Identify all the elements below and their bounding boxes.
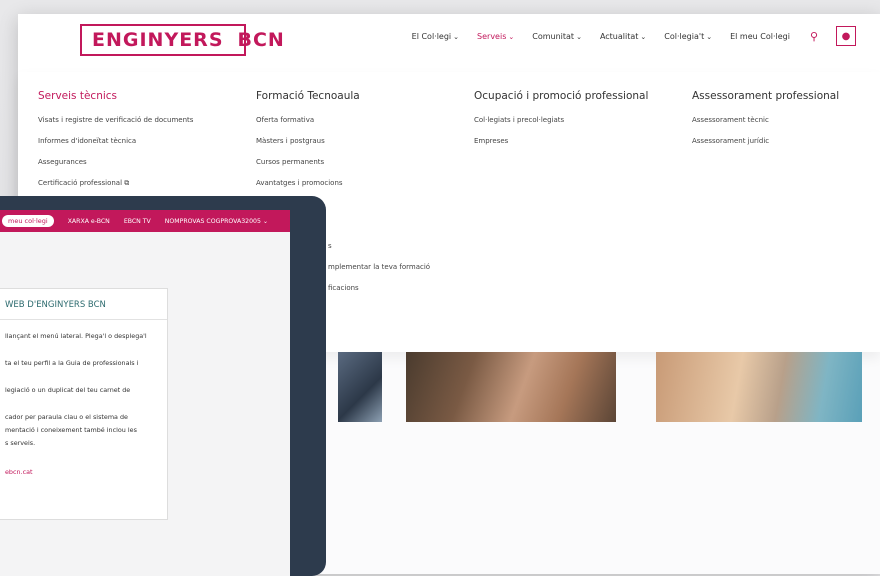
menu-link[interactable]: Oferta formativa xyxy=(256,116,430,124)
main-menu: El Col·legi ⌄ Serveis ⌄ Comunitat ⌄ Actuali… xyxy=(394,26,856,46)
menu-link[interactable]: Visats i registre de verificació de docu… xyxy=(38,116,193,124)
topbar-item[interactable]: EBCN TV xyxy=(124,218,151,225)
mega-column-ocupacio: Ocupació i promoció professional Col·leg… xyxy=(474,90,648,158)
nav-label: El meu Col·legi xyxy=(730,31,790,41)
enginyers-bcn-logo[interactable]: ENGINYERS BCN xyxy=(80,24,284,56)
nav-label: Comunitat xyxy=(532,31,575,41)
nav-label: El Col·legi xyxy=(411,31,452,41)
logo-right: BCN xyxy=(237,29,285,51)
card-text: mentació i coneixement també inclou les xyxy=(5,426,137,434)
nav-el-collegi[interactable]: El Col·legi ⌄ xyxy=(412,32,459,41)
mega-column-assessorament: Assessorament professional Assessorament… xyxy=(692,90,839,158)
card-text: cador per paraula clau o el sistema de xyxy=(5,413,128,421)
search-icon[interactable]: ⚲ xyxy=(810,30,818,43)
chevron-down-icon: ⌄ xyxy=(576,32,582,41)
menu-link[interactable]: Col·legiats i precol·legiats xyxy=(474,116,648,124)
topbar-item[interactable]: XARXA e-BCN xyxy=(68,218,110,225)
menu-link[interactable]: Màsters i postgraus xyxy=(256,137,430,145)
nav-label: Actualitat xyxy=(599,31,639,41)
welcome-card: WEB D'ENGINYERS BCN llançant el menú lat… xyxy=(0,288,168,520)
chevron-down-icon: ⌄ xyxy=(706,32,713,41)
menu-link-external[interactable]: Certificació professional ⧉ xyxy=(38,179,193,188)
top-navigation: ENGINYERS BCN El Col·legi ⌄ Serveis ⌄ Comu… xyxy=(18,14,880,73)
nav-actualitat[interactable]: Actualitat ⌄ xyxy=(600,32,646,41)
column-title: Serveis tècnics xyxy=(38,90,118,102)
background: ENGINYERS BCN El Col·legi ⌄ Serveis ⌄ Comu… xyxy=(0,0,880,576)
menu-link[interactable]: Cursos permanents xyxy=(256,158,430,166)
mega-column-serveis-tecnics: Serveis tècnics Visats i registre de ver… xyxy=(38,90,193,201)
logo-left: ENGINYERS xyxy=(92,29,224,51)
paper-people-photo xyxy=(656,352,862,422)
user-label: NOMPROVAS COGPROVA32005 xyxy=(164,217,261,225)
menu-link[interactable]: Avantatges i promocions xyxy=(256,179,430,187)
menu-link[interactable]: Empreses xyxy=(474,137,648,145)
chevron-down-icon: ⌄ xyxy=(453,32,460,41)
user-icon[interactable]: ● xyxy=(836,26,856,46)
external-link-icon: ⧉ xyxy=(124,179,130,187)
tablet-screen: meu col·legi XARXA e-BCN EBCN TV NOMPROV… xyxy=(0,210,290,576)
topbar-user-menu[interactable]: NOMPROVAS COGPROVA32005 ⌄ xyxy=(165,218,268,225)
menu-link[interactable]: Assessorament tècnic xyxy=(692,116,839,124)
column-title: Formació Tecnoaula xyxy=(256,90,360,102)
chevron-down-icon: ⌄ xyxy=(640,32,647,41)
nav-collegiat[interactable]: Col·legia't ⌄ xyxy=(664,32,712,41)
card-title: WEB D'ENGINYERS BCN xyxy=(0,289,167,320)
nav-serveis[interactable]: Serveis ⌄ xyxy=(477,32,514,41)
house-photo xyxy=(338,352,382,422)
card-text: legiació o un duplicat del teu carnet de xyxy=(5,386,131,394)
card-email-link[interactable]: ebcn.cat xyxy=(0,466,167,479)
card-text: ta el teu perfil a la Guia de profession… xyxy=(5,359,139,367)
nav-label: Serveis xyxy=(477,31,507,41)
menu-link[interactable]: Assegurances xyxy=(38,158,193,166)
column-title: Assessorament professional xyxy=(692,90,840,102)
nav-comunitat[interactable]: Comunitat ⌄ xyxy=(532,32,582,41)
tablet-topbar: meu col·legi XARXA e-BCN EBCN TV NOMPROV… xyxy=(0,210,290,232)
laptop-typing-photo xyxy=(406,352,616,422)
my-college-pill[interactable]: meu col·legi xyxy=(2,215,54,227)
chevron-down-icon: ⌄ xyxy=(508,32,515,41)
link-label: Certificació professional xyxy=(38,179,123,187)
menu-link[interactable]: Assessorament jurídic xyxy=(692,137,839,145)
chevron-down-icon: ⌄ xyxy=(262,217,269,225)
nav-el-meu-collegi[interactable]: El meu Col·legi xyxy=(730,32,790,41)
column-title: Ocupació i promoció professional xyxy=(474,90,649,102)
card-text: llançant el menú lateral. Plega'l o desp… xyxy=(5,332,147,340)
card-text: s serveis. xyxy=(5,439,36,447)
tablet-device: meu col·legi XARXA e-BCN EBCN TV NOMPROV… xyxy=(0,196,326,576)
menu-link[interactable]: Informes d'idoneïtat tècnica xyxy=(38,137,193,145)
nav-label: Col·legia't xyxy=(664,31,705,41)
